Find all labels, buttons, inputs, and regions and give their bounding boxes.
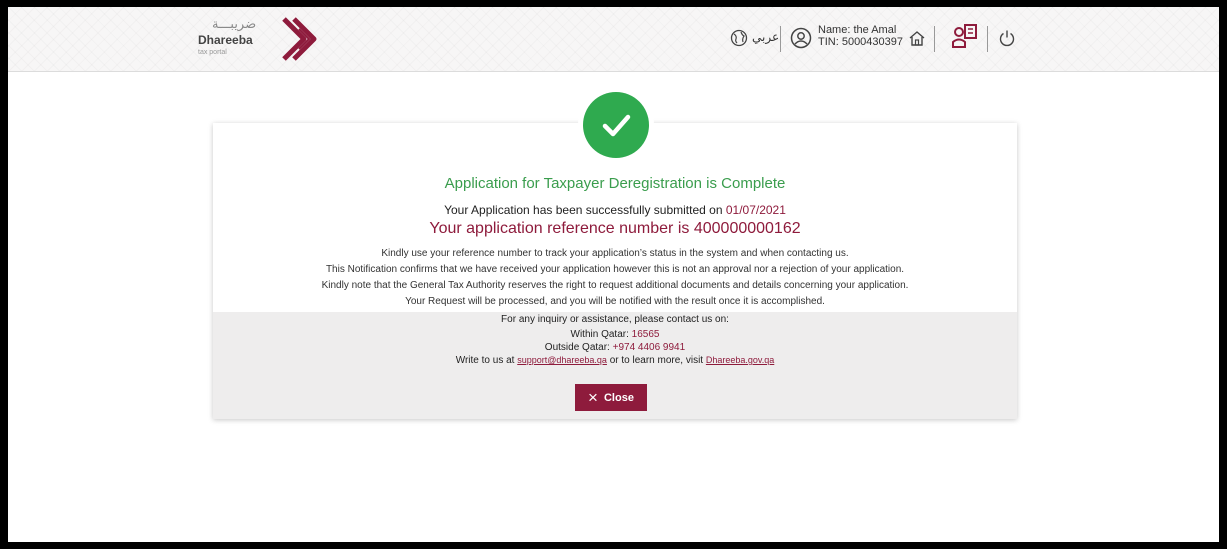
write-prefix: Write to us at: [455, 355, 515, 366]
write-middle: or to learn more, visit: [609, 355, 704, 366]
reference-number: 400000000162: [693, 220, 801, 237]
top-navigation-bar: ضريبـــة Dhareeba tax portal عربي Name: …: [8, 7, 1219, 72]
submission-line: Your Application has been successfully s…: [213, 203, 1017, 217]
user-icon[interactable]: [790, 27, 812, 49]
close-icon: ×: [588, 388, 598, 407]
user-tin: TIN: 5000430397: [818, 36, 904, 48]
contact-within-qatar: Within Qatar: 16565: [213, 329, 1017, 340]
within-qatar-label: Within Qatar:: [570, 329, 629, 340]
info-message: Kindly note that the General Tax Authori…: [321, 280, 909, 291]
app-window: ضريبـــة Dhareeba tax portal عربي Name: …: [8, 7, 1219, 542]
confirmation-card: Application for Taxpayer Deregistration …: [213, 123, 1017, 419]
logo-arabic-text: ضريبـــة: [212, 17, 257, 32]
header-divider: [780, 26, 781, 52]
success-circle: [583, 92, 649, 158]
submission-text: Your Application has been successfully s…: [444, 203, 723, 217]
header-divider: [987, 26, 988, 52]
info-message: This Notification confirms that we have …: [325, 264, 905, 275]
language-toggle[interactable]: عربي: [752, 30, 779, 44]
power-icon[interactable]: [998, 29, 1016, 47]
reference-line: Your application reference number is 400…: [213, 220, 1017, 238]
globe-icon[interactable]: [730, 29, 748, 47]
outside-qatar-number[interactable]: +974 4406 9941: [613, 342, 686, 353]
user-info[interactable]: Name: the Amal TIN: 5000430397: [818, 24, 903, 48]
user-name: Name: the Amal: [818, 24, 897, 36]
contact-write-line: Write to us at support@dhareeba.qa or to…: [213, 355, 1017, 366]
info-message: Your Request will be processed, and you …: [405, 296, 825, 307]
tax-services-icon[interactable]: [952, 23, 978, 51]
support-email-link[interactable]: support@dhareeba.qa: [517, 355, 607, 365]
info-message: Kindly use your reference number to trac…: [381, 248, 849, 259]
contact-outside-qatar: Outside Qatar: +974 4406 9941: [213, 342, 1017, 353]
within-qatar-number[interactable]: 16565: [632, 329, 660, 340]
contact-heading: For any inquiry or assistance, please co…: [501, 314, 729, 325]
logo-mark-icon: [282, 17, 317, 61]
submission-date: 01/07/2021: [725, 203, 786, 217]
reference-text: Your application reference number is: [429, 220, 690, 237]
header-divider: [934, 26, 935, 52]
website-link[interactable]: Dhareeba.gov.qa: [706, 355, 774, 365]
contact-section: For any inquiry or assistance, please co…: [213, 312, 1017, 419]
close-button[interactable]: × Close: [575, 384, 647, 411]
confirmation-title: Application for Taxpayer Deregistration …: [444, 175, 786, 192]
logo-subtitle: tax portal: [198, 49, 227, 56]
success-badge: [578, 87, 654, 163]
home-icon[interactable]: [908, 30, 926, 47]
logo-name: Dhareeba: [198, 33, 253, 47]
checkmark-icon: [602, 114, 631, 137]
outside-qatar-label: Outside Qatar:: [544, 342, 610, 353]
dhareeba-logo[interactable]: ضريبـــة Dhareeba tax portal: [198, 14, 348, 64]
close-label: Close: [603, 391, 634, 404]
header-actions: عربي Name: the Amal TIN: 5000430397: [730, 19, 1030, 59]
